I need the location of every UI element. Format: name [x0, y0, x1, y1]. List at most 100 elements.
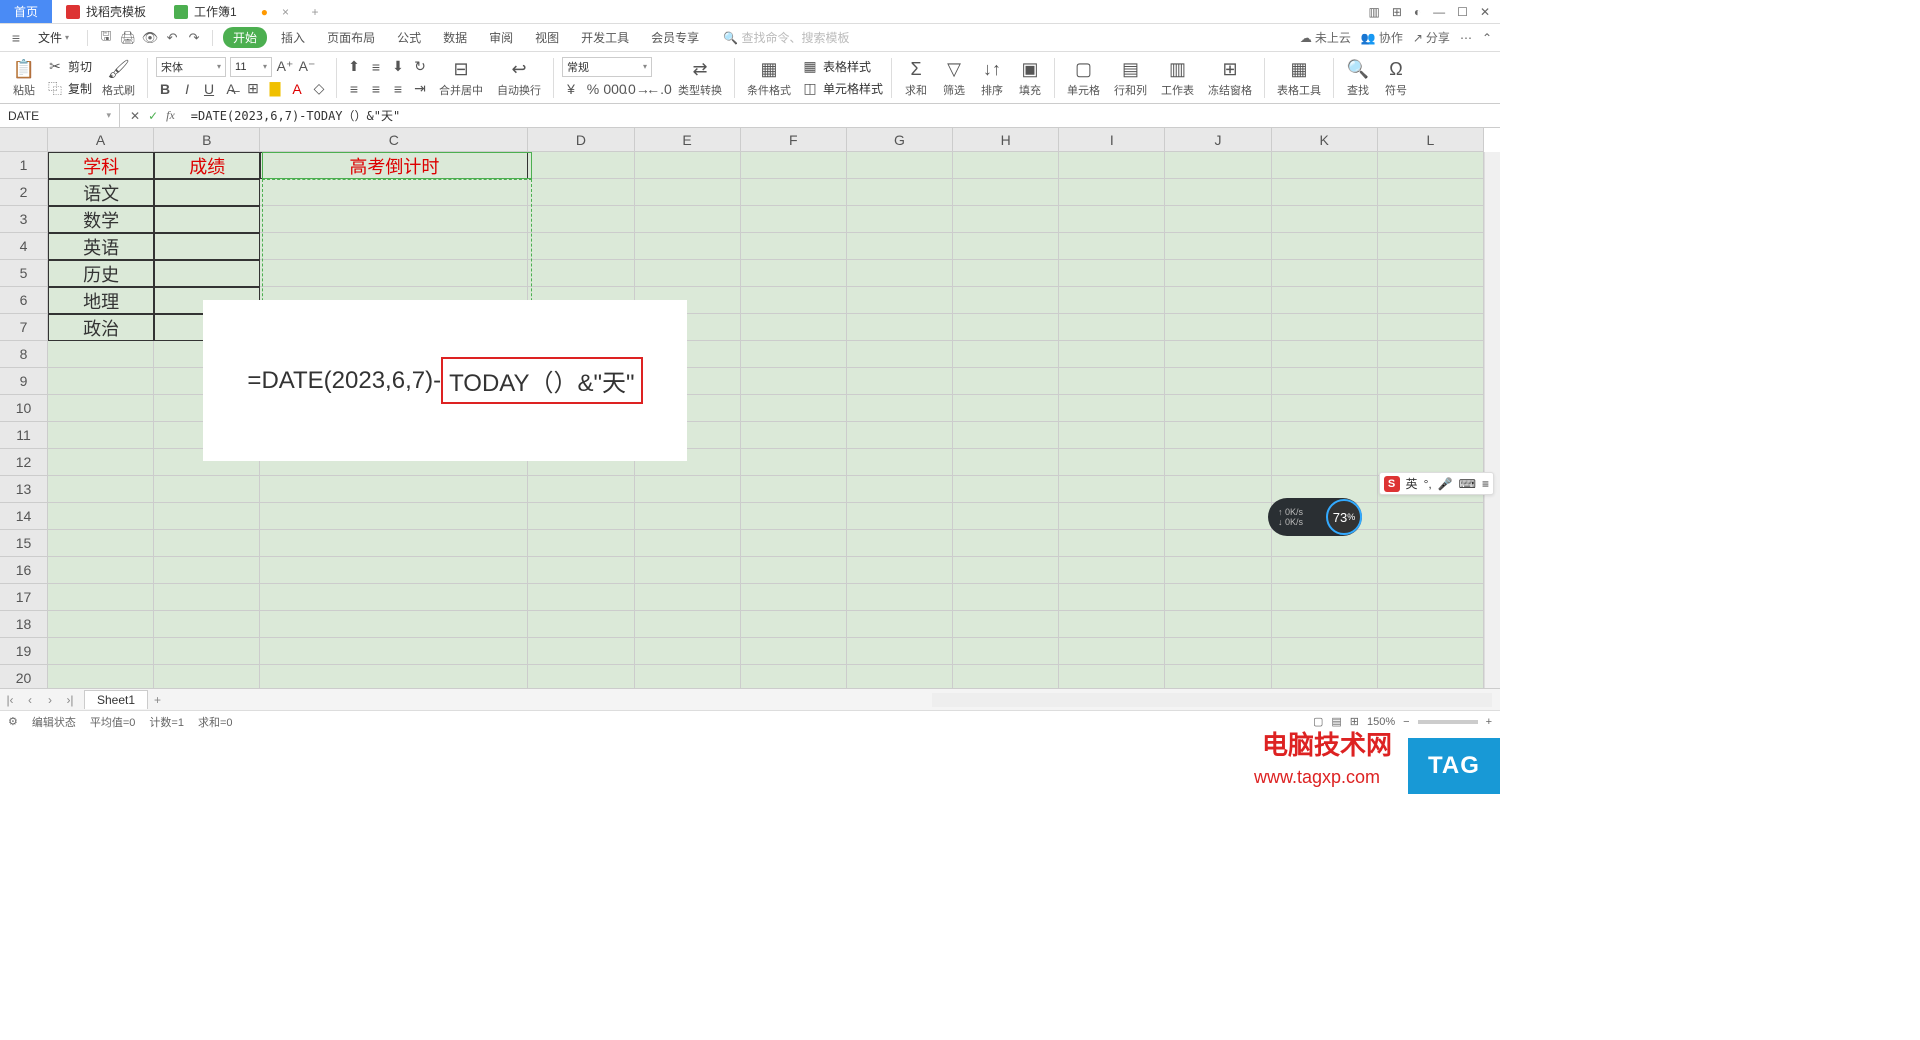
cell[interactable]: [48, 449, 154, 476]
symbol-button[interactable]: Ω符号: [1380, 55, 1412, 100]
cell[interactable]: [260, 476, 528, 503]
cell[interactable]: [528, 638, 634, 665]
tab-data[interactable]: 数据: [435, 27, 475, 48]
cell[interactable]: [1059, 584, 1165, 611]
row-header[interactable]: 12: [0, 449, 47, 476]
col-header[interactable]: L: [1378, 128, 1484, 151]
cell[interactable]: [48, 665, 154, 688]
tab-view[interactable]: 视图: [527, 27, 567, 48]
cell[interactable]: [953, 638, 1059, 665]
cell[interactable]: [1165, 368, 1271, 395]
cell[interactable]: 地理: [48, 287, 154, 314]
cell[interactable]: 政治: [48, 314, 154, 341]
cell[interactable]: [635, 665, 741, 688]
cell[interactable]: [260, 557, 528, 584]
cell[interactable]: [528, 584, 634, 611]
search-hint[interactable]: 🔍 查找命令、搜索模板: [723, 29, 849, 46]
cell[interactable]: [1165, 584, 1271, 611]
row-header[interactable]: 9: [0, 368, 47, 395]
cell[interactable]: [1378, 179, 1484, 206]
save-icon[interactable]: 🖫: [98, 30, 114, 46]
cell[interactable]: [635, 584, 741, 611]
add-tab-button[interactable]: +: [303, 0, 327, 23]
decrease-font-icon[interactable]: A⁻: [298, 58, 316, 76]
cell[interactable]: [741, 449, 847, 476]
col-header[interactable]: F: [741, 128, 847, 151]
cell[interactable]: [741, 179, 847, 206]
col-header[interactable]: B: [154, 128, 260, 151]
cell[interactable]: [953, 206, 1059, 233]
cell[interactable]: [528, 233, 634, 260]
cell[interactable]: [260, 206, 528, 233]
fill-button[interactable]: ▣填充: [1014, 55, 1046, 100]
ime-lang[interactable]: 英: [1406, 475, 1418, 492]
cell[interactable]: [528, 260, 634, 287]
merge-button[interactable]: ⊟合并居中: [435, 55, 487, 100]
cell[interactable]: [154, 557, 260, 584]
cell[interactable]: [260, 665, 528, 688]
apps-icon[interactable]: ⊞: [1392, 5, 1402, 19]
cell[interactable]: [741, 557, 847, 584]
dec-dec-icon[interactable]: ←.0: [650, 80, 668, 98]
cell[interactable]: [635, 557, 741, 584]
cell[interactable]: [48, 638, 154, 665]
cell[interactable]: [1272, 206, 1378, 233]
cell[interactable]: [1272, 260, 1378, 287]
cell[interactable]: [154, 233, 260, 260]
row-header[interactable]: 3: [0, 206, 47, 233]
border-icon[interactable]: ⊞: [244, 80, 262, 98]
clear-format-icon[interactable]: ◇: [310, 80, 328, 98]
cell[interactable]: [1059, 503, 1165, 530]
cell[interactable]: [1059, 395, 1165, 422]
cell[interactable]: [1165, 530, 1271, 557]
cell[interactable]: [741, 422, 847, 449]
cell[interactable]: 语文: [48, 179, 154, 206]
cell[interactable]: [635, 233, 741, 260]
expand-icon[interactable]: ⌃: [1482, 31, 1492, 45]
cell[interactable]: [260, 530, 528, 557]
freeze-button[interactable]: ⊞冻结窗格: [1204, 55, 1256, 100]
tab-review[interactable]: 审阅: [481, 27, 521, 48]
col-header[interactable]: J: [1165, 128, 1271, 151]
user-icon[interactable]: ◐: [1414, 5, 1421, 19]
cell[interactable]: [741, 233, 847, 260]
cell[interactable]: [1378, 287, 1484, 314]
cell[interactable]: [1378, 152, 1484, 179]
comma-icon[interactable]: 000: [606, 80, 624, 98]
zoom-out-icon[interactable]: −: [1403, 716, 1409, 728]
cell[interactable]: [847, 584, 953, 611]
orientation-icon[interactable]: ↻: [411, 58, 429, 76]
align-middle-icon[interactable]: ≡: [367, 58, 385, 76]
cell[interactable]: [48, 530, 154, 557]
settings-icon[interactable]: ⚙: [8, 715, 18, 728]
row-header[interactable]: 19: [0, 638, 47, 665]
cell[interactable]: [1165, 179, 1271, 206]
cell[interactable]: [1272, 665, 1378, 688]
cell[interactable]: [1272, 638, 1378, 665]
cell[interactable]: [847, 206, 953, 233]
cell[interactable]: [1059, 152, 1165, 179]
paste-button[interactable]: 📋粘贴: [8, 55, 40, 100]
align-bottom-icon[interactable]: ⬇: [389, 58, 407, 76]
row-header[interactable]: 5: [0, 260, 47, 287]
cell[interactable]: [1378, 341, 1484, 368]
worksheet-button[interactable]: ▥工作表: [1157, 55, 1198, 100]
row-header[interactable]: 18: [0, 611, 47, 638]
cell[interactable]: [528, 503, 634, 530]
bold-icon[interactable]: B: [156, 80, 174, 98]
cell[interactable]: [741, 611, 847, 638]
cell[interactable]: [1165, 260, 1271, 287]
preview-icon[interactable]: 👁: [142, 30, 158, 46]
cell[interactable]: [1378, 638, 1484, 665]
cell[interactable]: [847, 665, 953, 688]
sheet-tab[interactable]: Sheet1: [84, 690, 148, 709]
cell[interactable]: [1165, 503, 1271, 530]
cell[interactable]: [847, 314, 953, 341]
sort-button[interactable]: ↓↑排序: [976, 55, 1008, 100]
cell[interactable]: [953, 341, 1059, 368]
col-header[interactable]: G: [847, 128, 953, 151]
zoom-slider[interactable]: [1418, 720, 1478, 724]
italic-icon[interactable]: I: [178, 80, 196, 98]
cell[interactable]: [953, 557, 1059, 584]
cell[interactable]: [1378, 557, 1484, 584]
